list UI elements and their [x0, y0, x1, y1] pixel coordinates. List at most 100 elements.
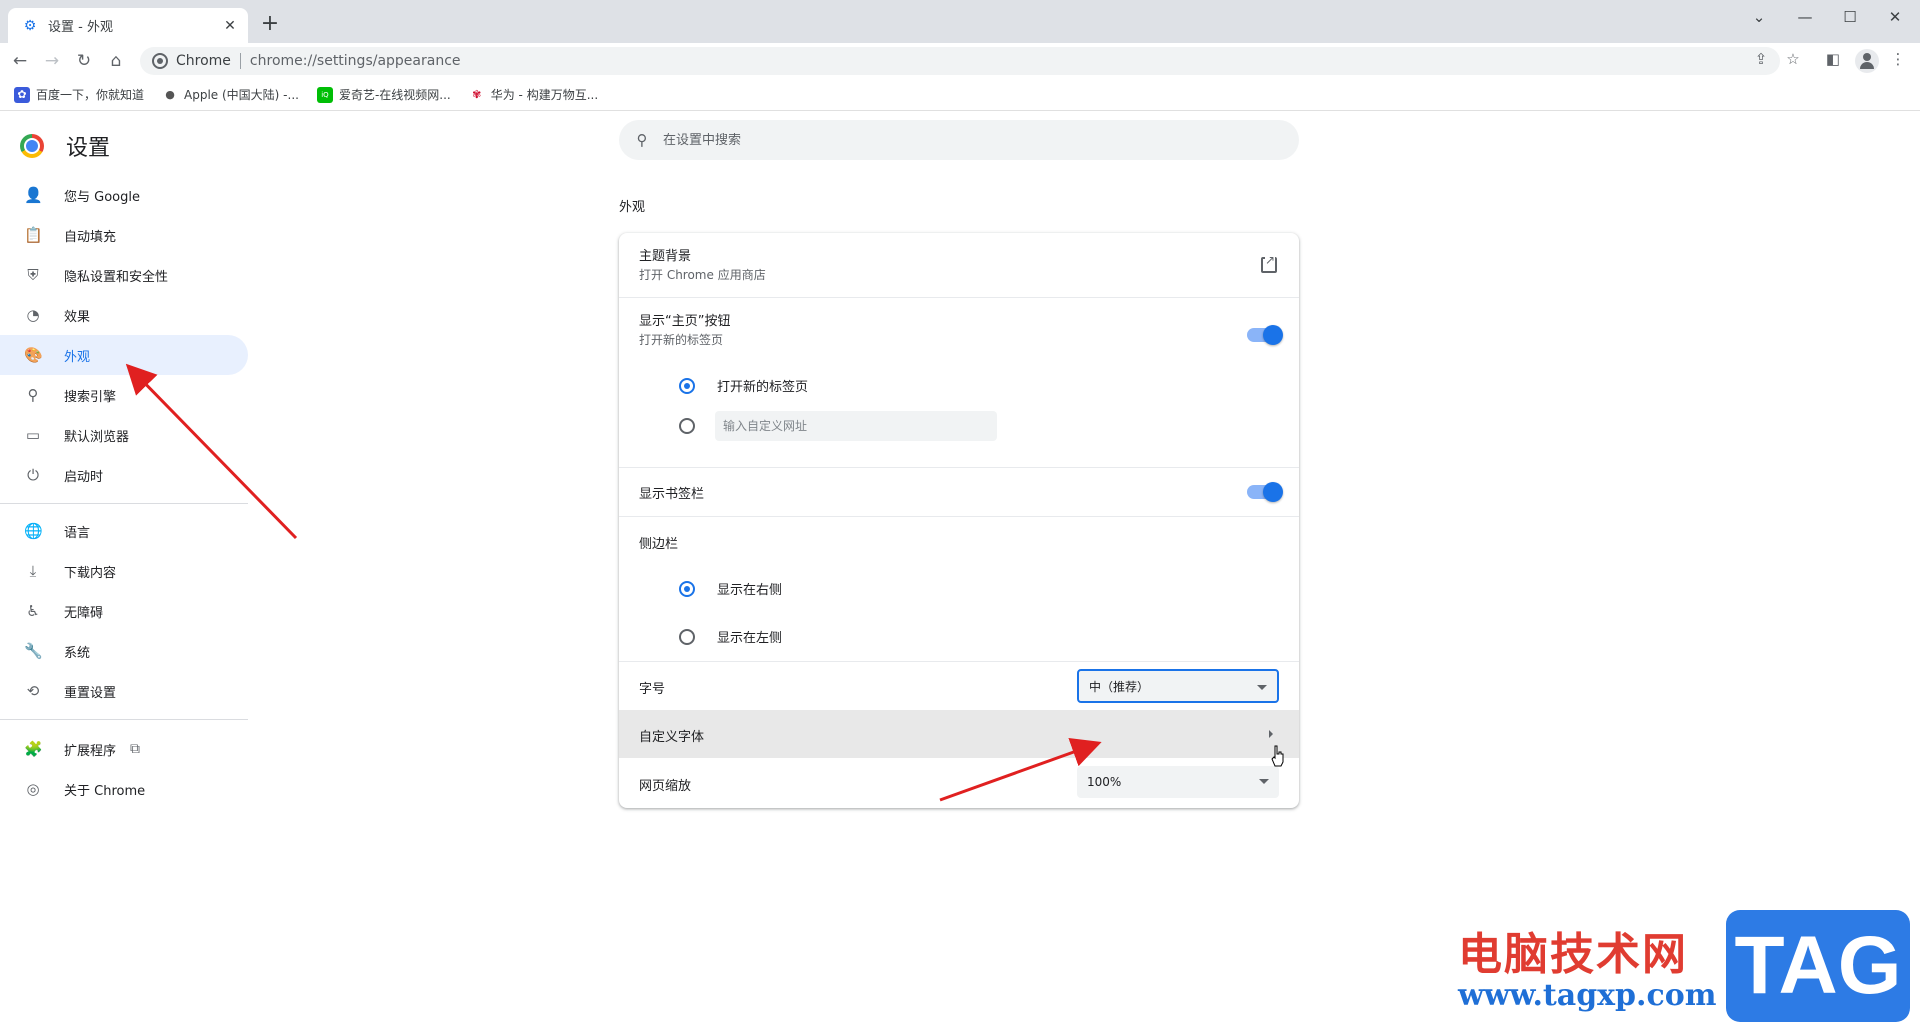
sidebar-item-appearance[interactable]: 🎨 外观 — [0, 335, 248, 375]
sidebar-item-label: 重置设置 — [64, 685, 117, 701]
sidebar-item-label: 自动填充 — [64, 229, 117, 245]
home-button-title: 显示“主页”按钮 — [639, 314, 731, 329]
globe-icon: 🌐 — [24, 522, 43, 540]
sidebar-item-label: 语言 — [64, 525, 91, 541]
side-panel-title: 侧边栏 — [639, 537, 679, 552]
bookmark-label: 爱奇艺-在线视频网... — [338, 88, 451, 102]
bookmark-item[interactable]: ✿ 百度一下，你就知道 — [14, 86, 144, 103]
power-icon: ⏻ — [27, 466, 39, 484]
url-text[interactable]: chrome://settings/appearance — [250, 53, 461, 69]
sidebar-item-label: 您与 Google — [64, 189, 140, 205]
custom-fonts-row[interactable]: 自定义字体 — [619, 710, 1299, 758]
search-input[interactable] — [663, 132, 1263, 148]
sidebar-divider — [0, 503, 248, 504]
sidebar-item-label: 扩展程序 — [64, 743, 117, 759]
home-button-subtitle: 打开新的标签页 — [639, 333, 724, 347]
tab-search-icon[interactable]: ⌄ — [1747, 5, 1771, 29]
baidu-icon: ✿ — [14, 86, 30, 103]
settings-search[interactable]: ⚲ — [619, 120, 1299, 160]
apple-icon: ● — [162, 86, 179, 103]
reload-icon[interactable]: ↻ — [72, 49, 96, 73]
address-bar[interactable]: Chrome chrome://settings/appearance — [140, 47, 1780, 75]
sidebar-item-on-startup[interactable]: ⏻ 启动时 — [0, 455, 248, 495]
sidebar-item-system[interactable]: 🔧 系统 — [0, 631, 248, 671]
share-icon[interactable]: ⇪ — [1751, 49, 1771, 69]
sidebar-item-downloads[interactable]: ⤓ 下载内容 — [0, 551, 248, 591]
tab-settings[interactable]: ⚙ 设置 - 外观 ✕ — [8, 8, 248, 43]
wrench-icon: 🔧 — [24, 642, 43, 660]
menu-icon[interactable]: ⋮ — [1888, 49, 1908, 69]
close-tab-icon[interactable]: ✕ — [222, 18, 238, 34]
tab-strip: ⚙ 设置 - 外观 ✕ + ⌄ — ☐ ✕ — [0, 0, 1920, 43]
sidebar-item-reset[interactable]: ⟲ 重置设置 — [0, 671, 248, 711]
bookmark-item[interactable]: iQ 爱奇艺-在线视频网... — [316, 86, 451, 103]
bookmarks-bar: ✿ 百度一下，你就知道 ● Apple (中国大陆) -... iQ 爱奇艺-在… — [0, 79, 1920, 111]
radio-label: 打开新的标签页 — [717, 380, 809, 395]
font-size-select[interactable]: 中（推荐） — [1077, 669, 1279, 703]
sidebar-item-label: 无障碍 — [64, 605, 104, 621]
custom-url-input[interactable] — [715, 411, 997, 441]
select-value: 中（推荐） — [1089, 679, 1150, 694]
sidebar-item-autofill[interactable]: 📋 自动填充 — [0, 215, 248, 255]
sidebar-item-search-engine[interactable]: ⚲ 搜索引擎 — [0, 375, 248, 415]
open-in-new-icon: ⧉ — [130, 741, 141, 757]
person-icon: 👤 — [24, 186, 43, 204]
close-window-button[interactable]: ✕ — [1883, 5, 1907, 29]
settings-sidebar: 设置 👤 您与 Google 📋 自动填充 ⛨ 隐私设置和安全性 ◔ 效果 🎨 … — [0, 112, 250, 1029]
radio-checked[interactable] — [679, 580, 695, 597]
clipboard-icon: 📋 — [24, 226, 43, 244]
bookmark-item[interactable]: ✾ 华为 - 构建万物互... — [468, 86, 598, 103]
bookmark-label: Apple (中国大陆) -... — [184, 88, 299, 102]
sidebar-item-accessibility[interactable]: ♿ 无障碍 — [0, 591, 248, 631]
profile-avatar-icon[interactable] — [1855, 49, 1879, 73]
theme-row[interactable]: 主题背景 打开 Chrome 应用商店 — [619, 233, 1299, 297]
sidebar-item-extensions[interactable]: 🧩 扩展程序 ⧉ — [0, 729, 248, 769]
history-icon: ⟲ — [26, 682, 40, 700]
home-button-toggle[interactable] — [1247, 325, 1283, 345]
sidebar-item-privacy[interactable]: ⛨ 隐私设置和安全性 — [0, 255, 248, 295]
radio-unchecked[interactable] — [679, 628, 695, 645]
side-panel-icon[interactable]: ◧ — [1823, 49, 1843, 69]
home-option-custom[interactable] — [679, 411, 997, 441]
palette-icon: 🎨 — [24, 346, 43, 364]
forward-icon[interactable]: → — [40, 49, 64, 73]
minimize-button[interactable]: — — [1793, 5, 1817, 29]
sidebar-item-languages[interactable]: 🌐 语言 — [0, 511, 248, 551]
toolbar: ← → ↻ ⌂ Chrome chrome://settings/appeara… — [0, 43, 1920, 79]
radio-label: 显示在右侧 — [717, 583, 783, 598]
toggle-knob — [1263, 325, 1283, 345]
bookmark-star-icon[interactable]: ☆ — [1783, 49, 1803, 69]
sidebar-item-default-browser[interactable]: ▭ 默认浏览器 — [0, 415, 248, 455]
iqiyi-icon: iQ — [316, 86, 333, 103]
bookmarks-bar-toggle[interactable] — [1247, 482, 1283, 502]
search-icon: ⚲ — [27, 386, 39, 404]
omnibox-separator — [239, 53, 241, 69]
radio-unchecked[interactable] — [679, 418, 695, 434]
sidebar-item-about[interactable]: ◎ 关于 Chrome — [0, 769, 248, 809]
sidebar-item-label: 效果 — [64, 309, 91, 325]
maximize-button[interactable]: ☐ — [1838, 5, 1862, 29]
page-title: 设置 — [66, 136, 111, 161]
chevron-down-icon — [1259, 779, 1269, 784]
page-zoom-select[interactable]: 100% — [1077, 766, 1279, 798]
home-icon[interactable]: ⌂ — [104, 49, 128, 73]
bookmark-item[interactable]: ● Apple (中国大陆) -... — [162, 86, 299, 103]
back-icon[interactable]: ← — [8, 49, 32, 73]
download-icon: ⤓ — [29, 562, 37, 580]
radio-checked[interactable] — [679, 377, 695, 394]
font-size-row: 字号 中（推荐） — [619, 662, 1299, 710]
home-option-new-tab[interactable]: 打开新的标签页 — [679, 376, 808, 395]
shield-icon: ⛨ — [27, 266, 39, 284]
open-in-new-icon[interactable] — [1261, 254, 1277, 273]
page-zoom-row: 网页缩放 100% — [619, 758, 1299, 808]
sidebar-item-google[interactable]: 👤 您与 Google — [0, 175, 248, 215]
theme-subtitle: 打开 Chrome 应用商店 — [639, 268, 766, 282]
new-tab-button[interactable]: + — [258, 13, 282, 37]
sidebar-item-performance[interactable]: ◔ 效果 — [0, 295, 248, 335]
site-name: Chrome — [176, 53, 231, 69]
sidebar-item-label: 关于 Chrome — [64, 783, 146, 799]
huawei-icon: ✾ — [468, 86, 485, 103]
side-panel-right[interactable]: 显示在右侧 — [679, 579, 782, 598]
custom-fonts-title: 自定义字体 — [639, 730, 705, 745]
side-panel-left[interactable]: 显示在左侧 — [679, 627, 782, 646]
